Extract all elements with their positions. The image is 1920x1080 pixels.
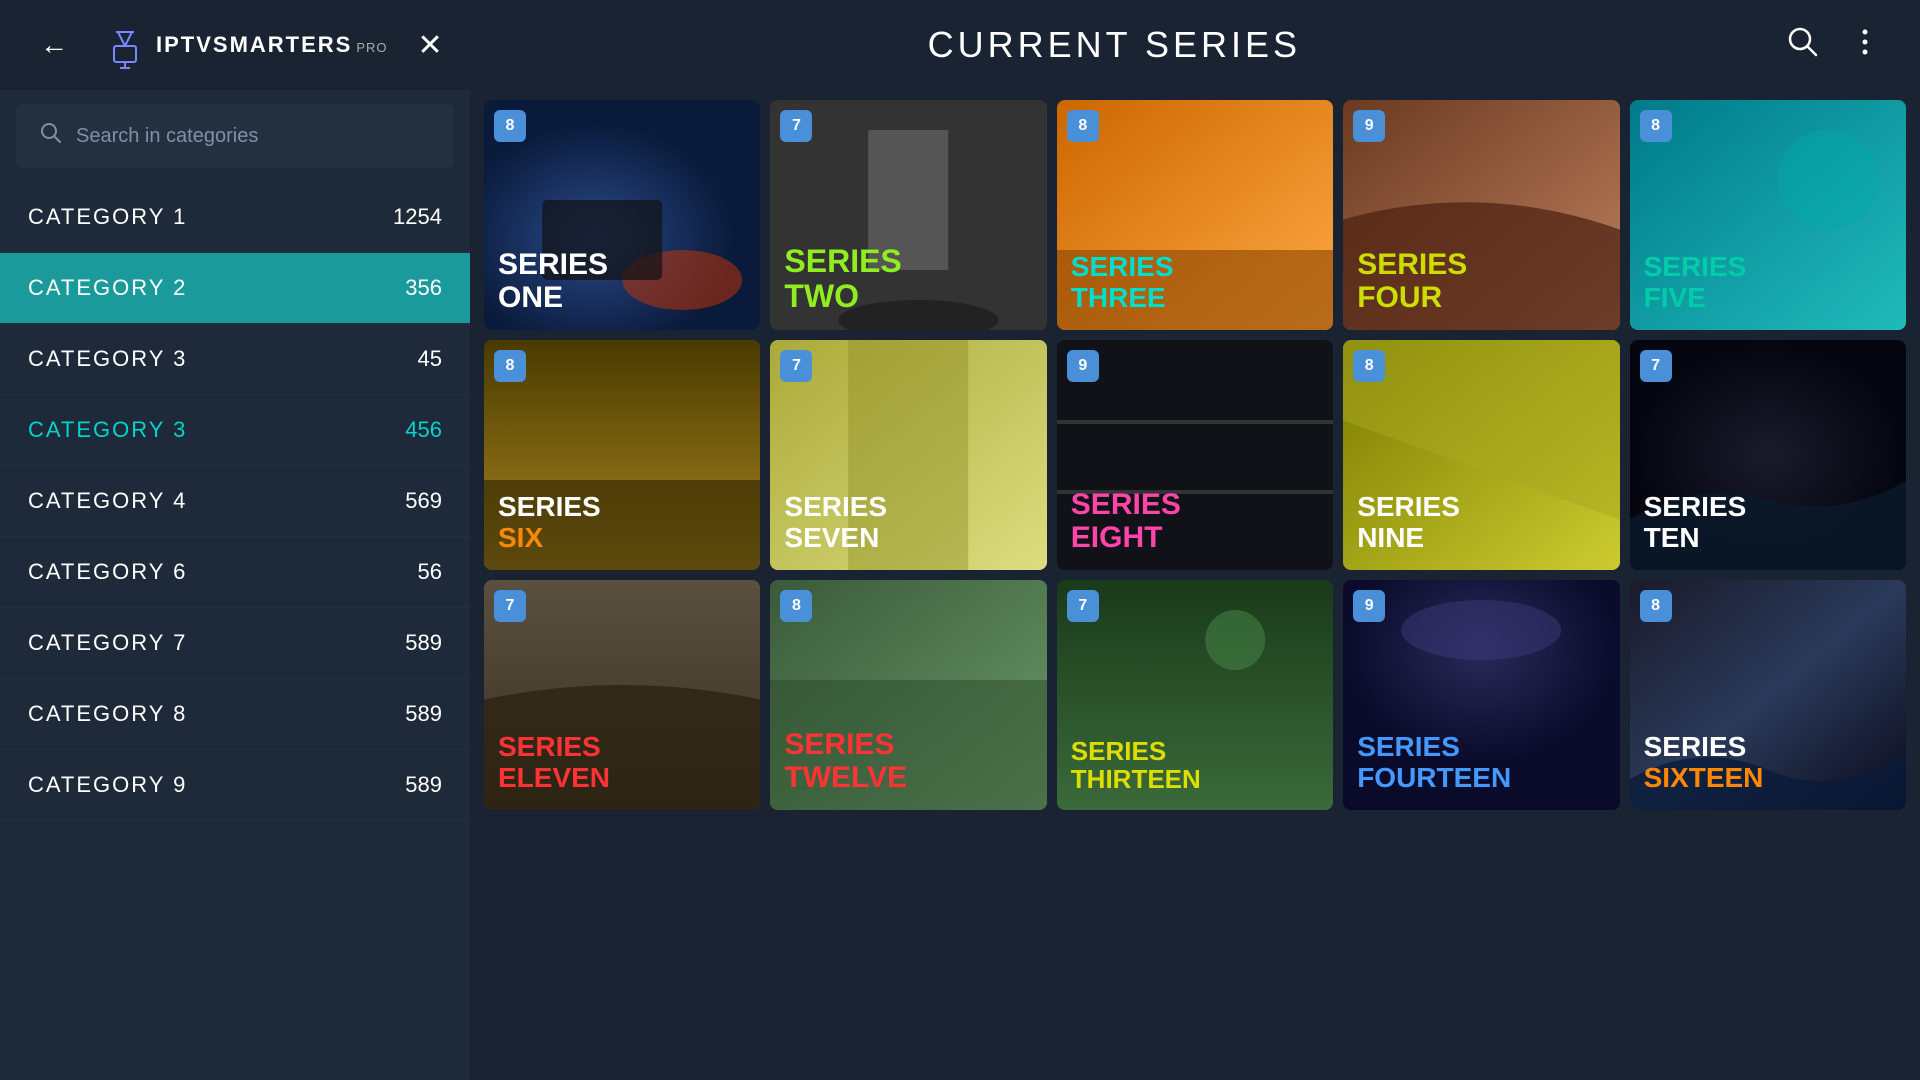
category-search[interactable]: Search in categories [16, 104, 454, 168]
series-title: SERIESTWELVE [784, 728, 1032, 794]
series-card-1[interactable]: 8 SERIESONE [484, 100, 760, 330]
header: ← IPTVSMARTERS PRO ✕ CURRENT SERIES [0, 0, 1920, 90]
search-icon[interactable] [1786, 25, 1820, 66]
category-count: 589 [405, 701, 442, 727]
series-badge: 8 [1067, 110, 1099, 142]
category-count: 56 [418, 559, 442, 585]
series-card-5[interactable]: 8 SERIESFIVE [1630, 100, 1906, 330]
category-name: CATEGORY 4 [28, 488, 187, 514]
series-card-6[interactable]: 8 SERIESSIX [484, 340, 760, 570]
sidebar-item-category4[interactable]: CATEGORY 4 569 [0, 466, 470, 537]
category-name: CATEGORY 1 [28, 204, 187, 230]
category-count: 1254 [393, 204, 442, 230]
series-title: SERIESTEN [1644, 492, 1892, 554]
category-count: 356 [405, 275, 442, 301]
series-badge: 7 [1067, 590, 1099, 622]
series-title: SERIESSIX [498, 492, 746, 554]
series-badge: 9 [1353, 110, 1385, 142]
series-card-7[interactable]: 7 SERIESSEVEN [770, 340, 1046, 570]
series-card-3[interactable]: 8 SERIESTHREE [1057, 100, 1333, 330]
series-card-13[interactable]: 7 SERIESTHIRTEEN [1057, 580, 1333, 810]
series-grid: 8 SERIESONE 7 SERIESTWO [484, 100, 1906, 810]
sidebar-item-category3-highlight[interactable]: CATEGORY 3 456 [0, 395, 470, 466]
series-badge: 7 [780, 350, 812, 382]
category-count: 589 [405, 630, 442, 656]
header-left: ← IPTVSMARTERS PRO ✕ [40, 18, 443, 72]
more-options-icon[interactable] [1850, 27, 1880, 64]
logo-iptv: IPTV [156, 34, 213, 56]
logo: IPTVSMARTERS PRO [98, 18, 388, 72]
category-name: CATEGORY 8 [28, 701, 187, 727]
sidebar-item-category1[interactable]: CATEGORY 1 1254 [0, 182, 470, 253]
series-badge: 7 [1640, 350, 1672, 382]
category-name: CATEGORY 2 [28, 275, 187, 301]
series-title: SERIESTWO [784, 244, 1032, 314]
series-card-8[interactable]: 9 SERIESEIGHT [1057, 340, 1333, 570]
series-title: SERIESFOURTEEN [1357, 732, 1605, 794]
series-badge: 9 [1353, 590, 1385, 622]
header-title: CURRENT SERIES [928, 24, 1301, 66]
sidebar-item-category2[interactable]: CATEGORY 2 356 [0, 253, 470, 324]
series-title: SERIESNINE [1357, 492, 1605, 554]
logo-text: IPTVSMARTERS PRO [156, 34, 388, 56]
series-content: 8 SERIESONE 7 SERIESTWO [470, 90, 1920, 1080]
sidebar-item-category6[interactable]: CATEGORY 6 56 [0, 537, 470, 608]
close-button[interactable]: ✕ [418, 28, 443, 63]
series-card-14[interactable]: 9 SERIESFOURTEEN [1343, 580, 1619, 810]
category-name: CATEGORY 7 [28, 630, 187, 656]
series-title: SERIESFIVE [1644, 252, 1892, 314]
category-count: 569 [405, 488, 442, 514]
category-list: CATEGORY 1 1254 CATEGORY 2 356 CATEGORY … [0, 182, 470, 1080]
category-name: CATEGORY 6 [28, 559, 187, 585]
series-badge: 8 [1640, 590, 1672, 622]
category-count: 45 [418, 346, 442, 372]
back-button[interactable]: ← [40, 29, 68, 61]
sidebar-item-category8[interactable]: CATEGORY 8 589 [0, 679, 470, 750]
search-bar-icon [40, 122, 62, 150]
series-badge: 8 [1640, 110, 1672, 142]
sidebar-item-category9[interactable]: CATEGORY 9 589 [0, 750, 470, 821]
series-badge: 8 [494, 350, 526, 382]
category-search-placeholder: Search in categories [76, 125, 258, 148]
category-count: 589 [405, 772, 442, 798]
series-title: SERIESSEVEN [784, 492, 1032, 554]
series-card-12[interactable]: 8 SERIESTWELVE [770, 580, 1046, 810]
category-count: 456 [405, 417, 442, 443]
series-badge: 7 [494, 590, 526, 622]
series-badge: 8 [1353, 350, 1385, 382]
main-content: Search in categories CATEGORY 1 1254 CAT… [0, 90, 1920, 1080]
series-title: SERIESTHREE [1071, 252, 1319, 314]
series-badge: 8 [494, 110, 526, 142]
series-card-11[interactable]: 7 SERIESELEVEN [484, 580, 760, 810]
series-badge: 7 [780, 110, 812, 142]
series-title: SERIESTHIRTEEN [1071, 737, 1319, 794]
series-badge: 9 [1067, 350, 1099, 382]
series-card-15[interactable]: 8 SERIESSIXTEEN [1630, 580, 1906, 810]
logo-pro: PRO [356, 41, 387, 56]
sidebar: Search in categories CATEGORY 1 1254 CAT… [0, 90, 470, 1080]
series-card-2[interactable]: 7 SERIESTWO [770, 100, 1046, 330]
header-right [1786, 25, 1880, 66]
series-badge: 8 [780, 590, 812, 622]
category-name: CATEGORY 9 [28, 772, 187, 798]
series-title: SERIESFOUR [1357, 248, 1605, 314]
series-title: SERIESONE [498, 248, 746, 314]
series-title: SERIESSIXTEEN [1644, 732, 1892, 794]
sidebar-item-category7[interactable]: CATEGORY 7 589 [0, 608, 470, 679]
category-name: CATEGORY 3 [28, 417, 187, 443]
series-card-9[interactable]: 8 SERIESNINE [1343, 340, 1619, 570]
category-name: CATEGORY 3 [28, 346, 187, 372]
logo-smarters: SMARTERS [213, 34, 352, 56]
series-card-4[interactable]: 9 SERIESFOUR [1343, 100, 1619, 330]
series-title: SERIESELEVEN [498, 732, 746, 794]
series-title: SERIESEIGHT [1071, 488, 1319, 554]
logo-icon [98, 18, 152, 72]
series-card-10[interactable]: 7 SERIESTEN [1630, 340, 1906, 570]
sidebar-item-category3[interactable]: CATEGORY 3 45 [0, 324, 470, 395]
